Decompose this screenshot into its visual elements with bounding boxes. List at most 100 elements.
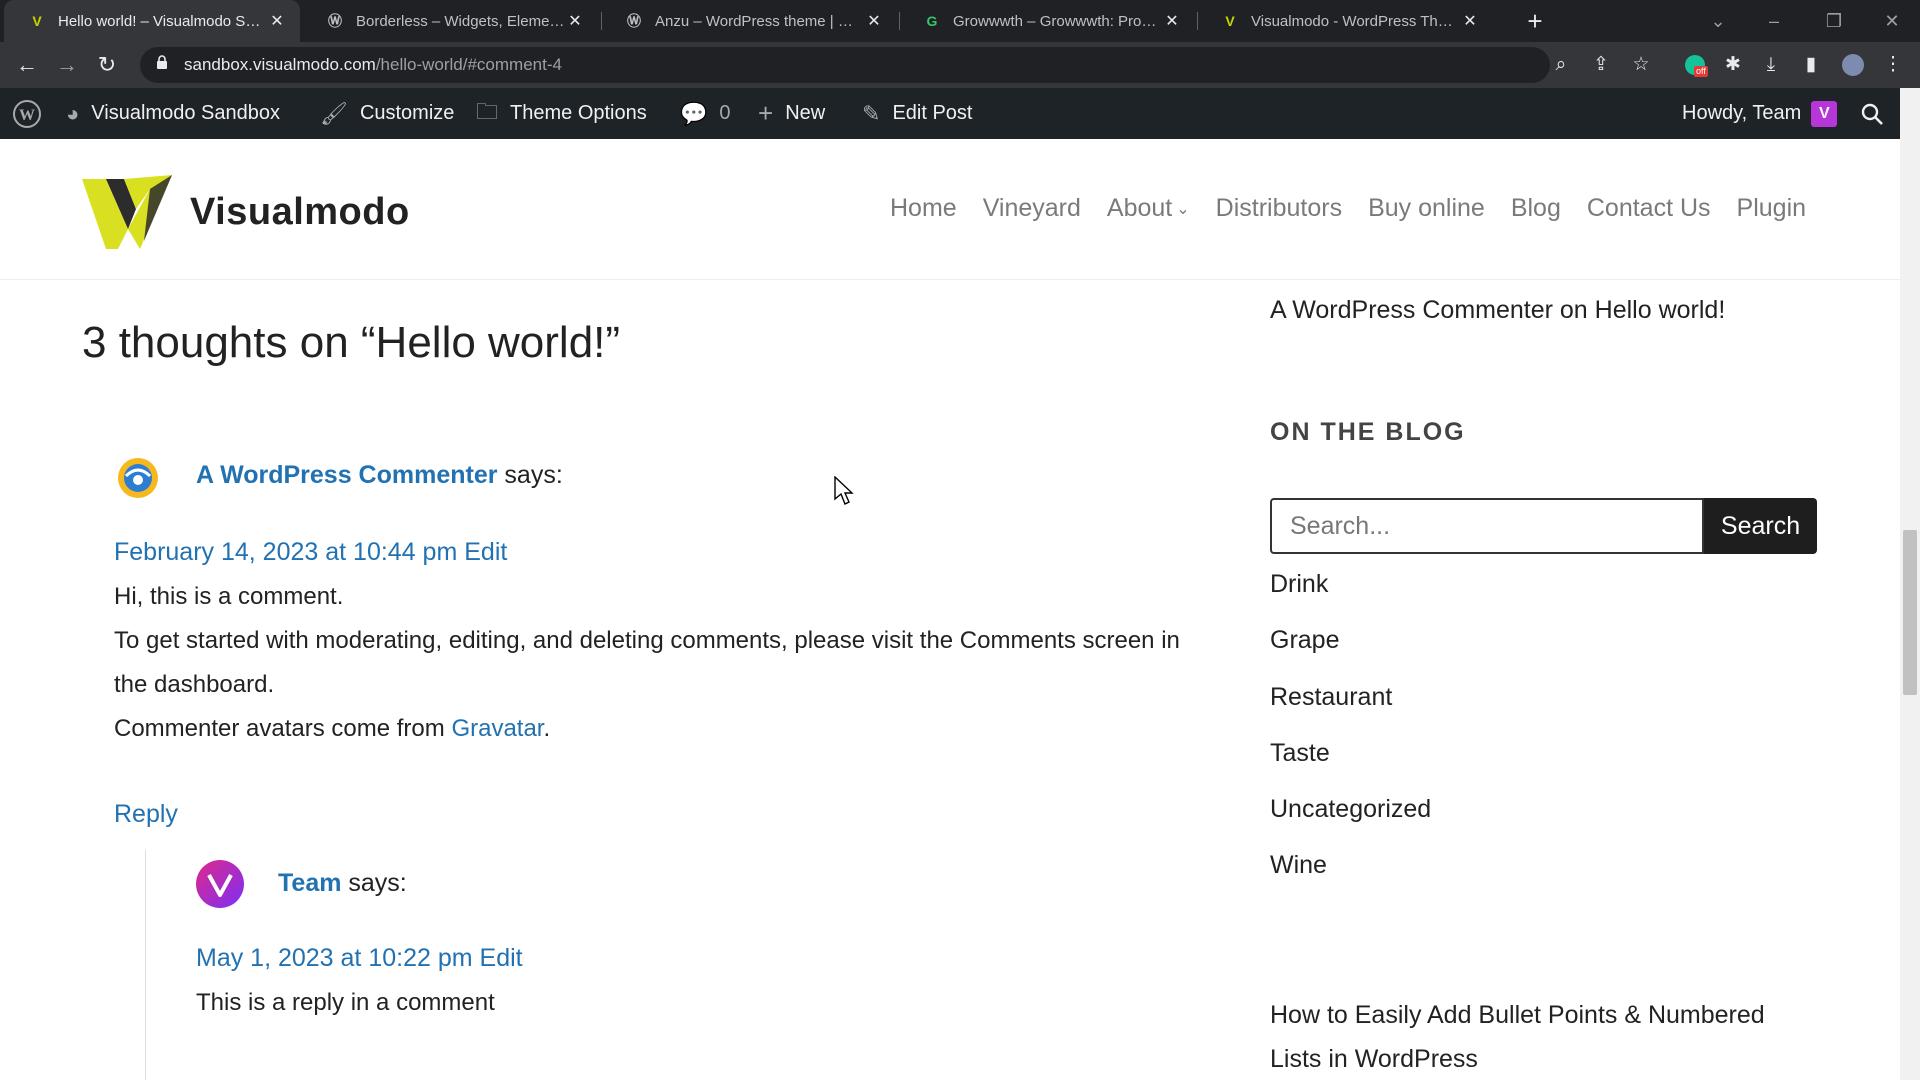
url-host: sandbox.visualmodo.com: [184, 55, 376, 74]
new-tab-button[interactable]: +: [1520, 6, 1550, 36]
gravatar-link[interactable]: Gravatar: [451, 715, 543, 742]
comment-author-link[interactable]: Team: [278, 869, 341, 897]
comment-edit-link[interactable]: Edit: [480, 944, 523, 972]
site-logo-text[interactable]: Visualmodo: [190, 191, 410, 234]
wordpress-logo-button[interactable]: W: [12, 88, 54, 139]
customize-button[interactable]: 🖌 Customize: [320, 88, 454, 139]
close-tab-icon[interactable]: ✕: [1163, 11, 1181, 31]
site-name-label: Visualmodo Sandbox: [91, 102, 280, 124]
nav-contact-us[interactable]: Contact Us: [1587, 194, 1711, 223]
browser-tab[interactable]: Ⓦ Anzu – WordPress theme | WordPress ✕: [601, 0, 897, 42]
customize-label: Customize: [359, 102, 455, 124]
address-bar[interactable]: sandbox.visualmodo.com/hello-world/#comm…: [140, 47, 1550, 83]
close-tab-icon[interactable]: ✕: [865, 11, 883, 31]
nav-blog[interactable]: Blog: [1511, 194, 1561, 223]
comment-author-line: Team says:: [278, 869, 407, 898]
comment-date-link[interactable]: May 1, 2023 at 10:22 pm: [196, 944, 473, 972]
nav-about[interactable]: About ⌄: [1107, 194, 1190, 223]
comment-bubble-icon: 💬: [680, 100, 708, 126]
mouse-cursor-icon: [834, 475, 854, 511]
edit-post-label: Edit Post: [892, 102, 973, 124]
browser-tab-active[interactable]: V Hello world! – Visualmodo Sandbox ✕: [4, 0, 300, 42]
search-input[interactable]: Search...: [1270, 498, 1704, 554]
comment-text: .: [543, 715, 551, 742]
wordpress-icon: Ⓦ: [328, 13, 342, 29]
category-link-wine[interactable]: Wine: [1270, 851, 1327, 880]
category-link-grape[interactable]: Grape: [1270, 626, 1339, 655]
lock-icon[interactable]: [156, 55, 170, 75]
paintbrush-icon: 🖌: [320, 100, 348, 126]
share-icon[interactable]: ⇪: [1586, 50, 1616, 80]
visualmodo-v-icon: V: [32, 13, 42, 29]
close-tab-icon[interactable]: ✕: [268, 11, 286, 31]
comment-edit-link[interactable]: Edit: [464, 538, 507, 566]
browser-tab[interactable]: V Visualmodo - WordPress Themes ✕: [1197, 0, 1493, 42]
new-label: New: [785, 102, 826, 124]
browser-tab[interactable]: G Growwwth – Growwwth: Programmatic ✕: [899, 0, 1195, 42]
comment-meta: February 14, 2023 at 10:44 pm Edit: [114, 538, 507, 567]
admin-search-icon[interactable]: [1860, 88, 1884, 139]
browser-toolbar: ← → ↻ sandbox.visualmodo.com/hello-world…: [0, 42, 1920, 88]
howdy-label: Howdy, Team: [1682, 102, 1802, 124]
nav-buy-online[interactable]: Buy online: [1368, 194, 1485, 223]
page-scrollbar-thumb[interactable]: [1903, 530, 1917, 695]
main-navigation: Home Vineyard About ⌄ Distributors Buy on…: [890, 194, 1806, 223]
tab-search-icon[interactable]: ⌄: [1690, 0, 1746, 42]
profile-avatar[interactable]: [1838, 50, 1868, 80]
visualmodo-logo-icon[interactable]: [80, 171, 174, 251]
comment-paragraph: To get started with moderating, editing,…: [114, 627, 1180, 698]
theme-options-button[interactable]: 🗀 Theme Options: [476, 88, 647, 139]
category-link-drink[interactable]: Drink: [1270, 570, 1328, 599]
search-button[interactable]: Search: [1704, 498, 1817, 554]
comment-paragraph: Commenter avatars come from Gravatar.: [114, 707, 1214, 751]
recent-post-link[interactable]: How to Easily Add Bullet Points & Number…: [1270, 993, 1790, 1081]
comment-date-link[interactable]: February 14, 2023 at 10:44 pm: [114, 538, 457, 566]
close-window-icon[interactable]: ✕: [1864, 0, 1920, 42]
comments-button[interactable]: 💬 0: [680, 88, 731, 139]
back-arrow-icon[interactable]: ←: [12, 50, 42, 80]
nav-plugin[interactable]: Plugin: [1737, 194, 1807, 223]
restore-icon[interactable]: ❐: [1806, 0, 1862, 42]
tab-title: Borderless – Widgets, Elements, Template…: [356, 12, 566, 30]
forward-arrow-icon[interactable]: →: [52, 50, 82, 80]
comment-author-link[interactable]: A WordPress Commenter: [196, 461, 497, 489]
close-tab-icon[interactable]: ✕: [566, 11, 584, 31]
comment-author-line: A WordPress Commenter says:: [196, 461, 563, 490]
tab-title: Growwwth – Growwwth: Programmatic: [953, 12, 1163, 30]
nav-vineyard[interactable]: Vineyard: [983, 194, 1081, 223]
download-icon[interactable]: ⤓: [1756, 50, 1786, 80]
plus-icon: +: [758, 98, 774, 128]
category-link-restaurant[interactable]: Restaurant: [1270, 683, 1392, 712]
team-avatar: [196, 860, 244, 908]
category-link-taste[interactable]: Taste: [1270, 739, 1330, 768]
browser-tab[interactable]: Ⓦ Borderless – Widgets, Elements, Templa…: [302, 0, 598, 42]
dashboard-gauge-icon: ◕: [66, 100, 80, 126]
reply-link[interactable]: Reply: [114, 800, 178, 829]
commenter-avatar: [114, 454, 162, 502]
side-panel-icon[interactable]: ▮: [1796, 50, 1826, 80]
tab-title: Visualmodo - WordPress Themes: [1251, 12, 1461, 30]
url-path: /hello-world/#comment-4: [375, 55, 562, 74]
nav-distributors[interactable]: Distributors: [1216, 194, 1342, 223]
nav-about-label: About: [1106, 194, 1173, 222]
new-content-button[interactable]: + New: [758, 88, 825, 139]
recent-comment-item[interactable]: A WordPress Commenter on Hello world!: [1270, 296, 1725, 325]
comment-body: Hi, this is a comment. To get started wi…: [114, 575, 1214, 751]
reload-icon[interactable]: ↻: [92, 50, 122, 80]
browser-menu-icon[interactable]: ⋮: [1878, 50, 1908, 80]
site-name-menu[interactable]: ◕ Visualmodo Sandbox: [66, 88, 280, 139]
bookmark-star-icon[interactable]: ☆: [1626, 50, 1656, 80]
theme-options-label: Theme Options: [510, 102, 647, 124]
category-link-uncategorized[interactable]: Uncategorized: [1270, 795, 1431, 824]
widget-title: ON THE BLOG: [1270, 418, 1466, 446]
my-account-menu[interactable]: Howdy, Team V: [1682, 88, 1838, 139]
tab-title: Anzu – WordPress theme | WordPress: [655, 12, 865, 30]
extension-grammarly-icon[interactable]: off: [1680, 50, 1710, 80]
nav-home[interactable]: Home: [890, 194, 957, 223]
zoom-icon[interactable]: ⌕: [1546, 50, 1576, 80]
minimize-icon[interactable]: –: [1746, 0, 1802, 42]
close-tab-icon[interactable]: ✕: [1461, 11, 1479, 31]
thread-indent-line: [145, 850, 146, 1080]
extensions-puzzle-icon[interactable]: ✱: [1718, 50, 1748, 80]
edit-post-button[interactable]: ✎ Edit Post: [862, 88, 972, 139]
